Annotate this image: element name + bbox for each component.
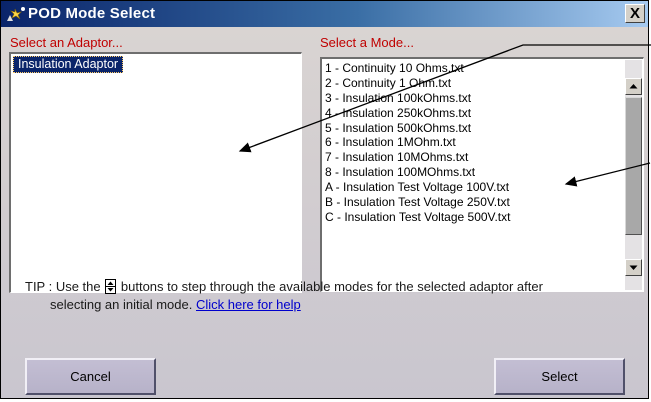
scroll-up-arrow-icon: [629, 84, 638, 89]
list-item[interactable]: 4 - Insulation 250kOhms.txt: [325, 106, 621, 121]
scroll-down-button[interactable]: [625, 259, 642, 276]
list-item[interactable]: 1 - Continuity 10 Ohms.txt: [325, 61, 621, 76]
tip-prefix: TIP : Use the: [25, 279, 101, 294]
list-item[interactable]: 3 - Insulation 100kOhms.txt: [325, 91, 621, 106]
list-item[interactable]: Insulation Adaptor: [13, 56, 124, 73]
up-down-arrows-icon: [105, 279, 117, 294]
mode-items: 1 - Continuity 10 Ohms.txt 2 - Continuit…: [325, 61, 621, 225]
list-item[interactable]: 5 - Insulation 500kOhms.txt: [325, 121, 621, 136]
tip-text: TIP : Use the buttons to step through th…: [25, 278, 645, 314]
window-title: POD Mode Select: [28, 5, 156, 22]
tip-line2: selecting an initial mode.: [50, 297, 193, 312]
scroll-thumb[interactable]: [625, 97, 642, 235]
list-item[interactable]: 7 - Insulation 10MOhms.txt: [325, 150, 621, 165]
tip-middle: buttons to step through the available mo…: [120, 279, 543, 294]
help-link[interactable]: Click here for help: [196, 297, 301, 312]
adaptor-label: Select an Adaptor...: [10, 35, 123, 50]
pod-mode-select-dialog: POD Mode Select X Select an Adaptor... I…: [0, 0, 651, 399]
list-item[interactable]: 6 - Insulation 1MOhm.txt: [325, 135, 621, 150]
select-button[interactable]: Select: [494, 358, 625, 395]
app-icon: [5, 5, 27, 23]
list-item[interactable]: C - Insulation Test Voltage 500V.txt: [325, 210, 621, 225]
scroll-down-arrow-icon: [629, 265, 638, 270]
cancel-button[interactable]: Cancel: [25, 358, 156, 395]
list-item[interactable]: 2 - Continuity 1 Ohm.txt: [325, 76, 621, 91]
scroll-up-button[interactable]: [625, 78, 642, 95]
mode-scrollbar[interactable]: [625, 60, 642, 290]
list-item[interactable]: A - Insulation Test Voltage 100V.txt: [325, 180, 621, 195]
adaptor-listbox[interactable]: Insulation Adaptor: [9, 52, 302, 293]
list-item[interactable]: 8 - Insulation 100MOhms.txt: [325, 165, 621, 180]
close-button[interactable]: X: [625, 4, 645, 23]
title-bar[interactable]: POD Mode Select X: [1, 1, 648, 27]
mode-listbox[interactable]: 1 - Continuity 10 Ohms.txt 2 - Continuit…: [320, 57, 644, 292]
list-item[interactable]: B - Insulation Test Voltage 250V.txt: [325, 195, 621, 210]
mode-label: Select a Mode...: [320, 35, 414, 50]
